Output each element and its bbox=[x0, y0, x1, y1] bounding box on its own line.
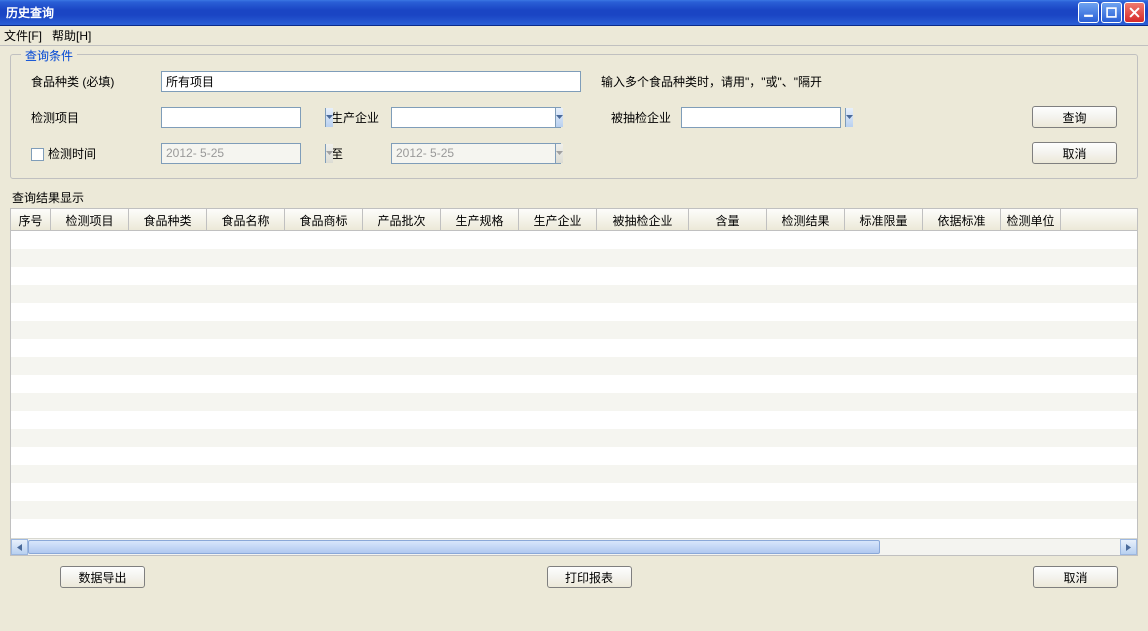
query-button[interactable]: 查询 bbox=[1032, 106, 1117, 128]
column-header[interactable]: 检测项目 bbox=[51, 209, 129, 230]
horizontal-scrollbar[interactable] bbox=[11, 538, 1137, 555]
column-header[interactable]: 生产规格 bbox=[441, 209, 519, 230]
table-row bbox=[11, 465, 1137, 483]
window-title: 历史查询 bbox=[6, 4, 1078, 21]
content-area: 查询条件 食品种类 (必填) 输入多个食品种类时，请用"，"或"、"隔开 检测项… bbox=[0, 46, 1148, 602]
column-header[interactable]: 含量 bbox=[689, 209, 767, 230]
grid-body bbox=[11, 231, 1137, 538]
chevron-down-icon[interactable] bbox=[555, 144, 563, 163]
table-row bbox=[11, 339, 1137, 357]
column-header[interactable]: 生产企业 bbox=[519, 209, 597, 230]
scroll-left-button[interactable] bbox=[11, 539, 28, 555]
chevron-down-icon[interactable] bbox=[555, 108, 563, 127]
results-grid: 序号检测项目食品种类食品名称食品商标产品批次生产规格生产企业被抽检企业含量检测结… bbox=[10, 208, 1138, 556]
column-header[interactable]: 检测单位 bbox=[1001, 209, 1061, 230]
print-button[interactable]: 打印报表 bbox=[547, 566, 632, 588]
detect-time-label: 检测时间 bbox=[31, 145, 161, 162]
export-button[interactable]: 数据导出 bbox=[60, 566, 145, 588]
table-row bbox=[11, 303, 1137, 321]
column-header[interactable]: 食品商标 bbox=[285, 209, 363, 230]
column-header[interactable]: 检测结果 bbox=[767, 209, 845, 230]
detect-time-text: 检测时间 bbox=[48, 147, 96, 161]
detect-time-checkbox[interactable] bbox=[31, 148, 44, 161]
food-type-label: 食品种类 (必填) bbox=[31, 73, 161, 90]
table-row bbox=[11, 375, 1137, 393]
column-header[interactable]: 依据标准 bbox=[923, 209, 1001, 230]
bottom-cancel-button[interactable]: 取消 bbox=[1033, 566, 1118, 588]
title-bar: 历史查询 bbox=[0, 0, 1148, 26]
column-header[interactable]: 标准限量 bbox=[845, 209, 923, 230]
sampled-ent-combo-input[interactable] bbox=[682, 108, 845, 127]
producer-combo[interactable] bbox=[391, 107, 561, 128]
table-row bbox=[11, 411, 1137, 429]
date-to-input bbox=[392, 144, 555, 163]
row-detect-item: 检测项目 生产企业 被抽检企业 查询 bbox=[31, 106, 1117, 128]
sampled-ent-combo[interactable] bbox=[681, 107, 841, 128]
query-conditions-fieldset: 查询条件 食品种类 (必填) 输入多个食品种类时，请用"，"或"、"隔开 检测项… bbox=[10, 54, 1138, 179]
producer-combo-input[interactable] bbox=[392, 108, 555, 127]
date-to-combo[interactable] bbox=[391, 143, 561, 164]
column-header[interactable]: 产品批次 bbox=[363, 209, 441, 230]
table-row bbox=[11, 519, 1137, 537]
window-controls bbox=[1078, 2, 1145, 23]
menu-bar: 文件[F] 帮助[H] bbox=[0, 26, 1148, 46]
chevron-down-icon[interactable] bbox=[325, 108, 333, 127]
menu-help[interactable]: 帮助[H] bbox=[52, 27, 91, 44]
cancel-button[interactable]: 取消 bbox=[1032, 142, 1117, 164]
table-row bbox=[11, 357, 1137, 375]
menu-file[interactable]: 文件[F] bbox=[4, 27, 42, 44]
scroll-right-button[interactable] bbox=[1120, 539, 1137, 555]
bottom-bar: 数据导出 打印报表 取消 bbox=[10, 556, 1138, 598]
column-header[interactable]: 食品种类 bbox=[129, 209, 207, 230]
date-from-combo[interactable] bbox=[161, 143, 301, 164]
sampled-ent-label: 被抽检企业 bbox=[561, 109, 681, 126]
maximize-button[interactable] bbox=[1101, 2, 1122, 23]
detect-item-combo-input[interactable] bbox=[162, 108, 325, 127]
chevron-down-icon[interactable] bbox=[325, 144, 333, 163]
table-row bbox=[11, 321, 1137, 339]
table-row bbox=[11, 429, 1137, 447]
column-header[interactable]: 食品名称 bbox=[207, 209, 285, 230]
table-row bbox=[11, 249, 1137, 267]
table-row bbox=[11, 447, 1137, 465]
close-button[interactable] bbox=[1124, 2, 1145, 23]
results-label: 查询结果显示 bbox=[12, 189, 1138, 206]
row-food-type: 食品种类 (必填) 输入多个食品种类时，请用"，"或"、"隔开 bbox=[31, 71, 1117, 92]
grid-header: 序号检测项目食品种类食品名称食品商标产品批次生产规格生产企业被抽检企业含量检测结… bbox=[11, 209, 1137, 231]
table-row bbox=[11, 285, 1137, 303]
detect-item-label: 检测项目 bbox=[31, 109, 161, 126]
table-row bbox=[11, 483, 1137, 501]
table-row bbox=[11, 267, 1137, 285]
table-row bbox=[11, 393, 1137, 411]
detect-item-combo[interactable] bbox=[161, 107, 301, 128]
scrollbar-thumb[interactable] bbox=[28, 540, 880, 554]
fieldset-legend: 查询条件 bbox=[21, 47, 77, 64]
food-type-hint: 输入多个食品种类时，请用"，"或"、"隔开 bbox=[601, 73, 822, 90]
table-row bbox=[11, 231, 1137, 249]
column-header[interactable]: 被抽检企业 bbox=[597, 209, 689, 230]
date-from-input bbox=[162, 144, 325, 163]
scrollbar-track[interactable] bbox=[28, 539, 1120, 555]
table-row bbox=[11, 501, 1137, 519]
column-header[interactable]: 序号 bbox=[11, 209, 51, 230]
row-detect-time: 检测时间 至 取消 bbox=[31, 142, 1117, 164]
food-type-input[interactable] bbox=[161, 71, 581, 92]
chevron-down-icon[interactable] bbox=[845, 108, 853, 127]
minimize-button[interactable] bbox=[1078, 2, 1099, 23]
